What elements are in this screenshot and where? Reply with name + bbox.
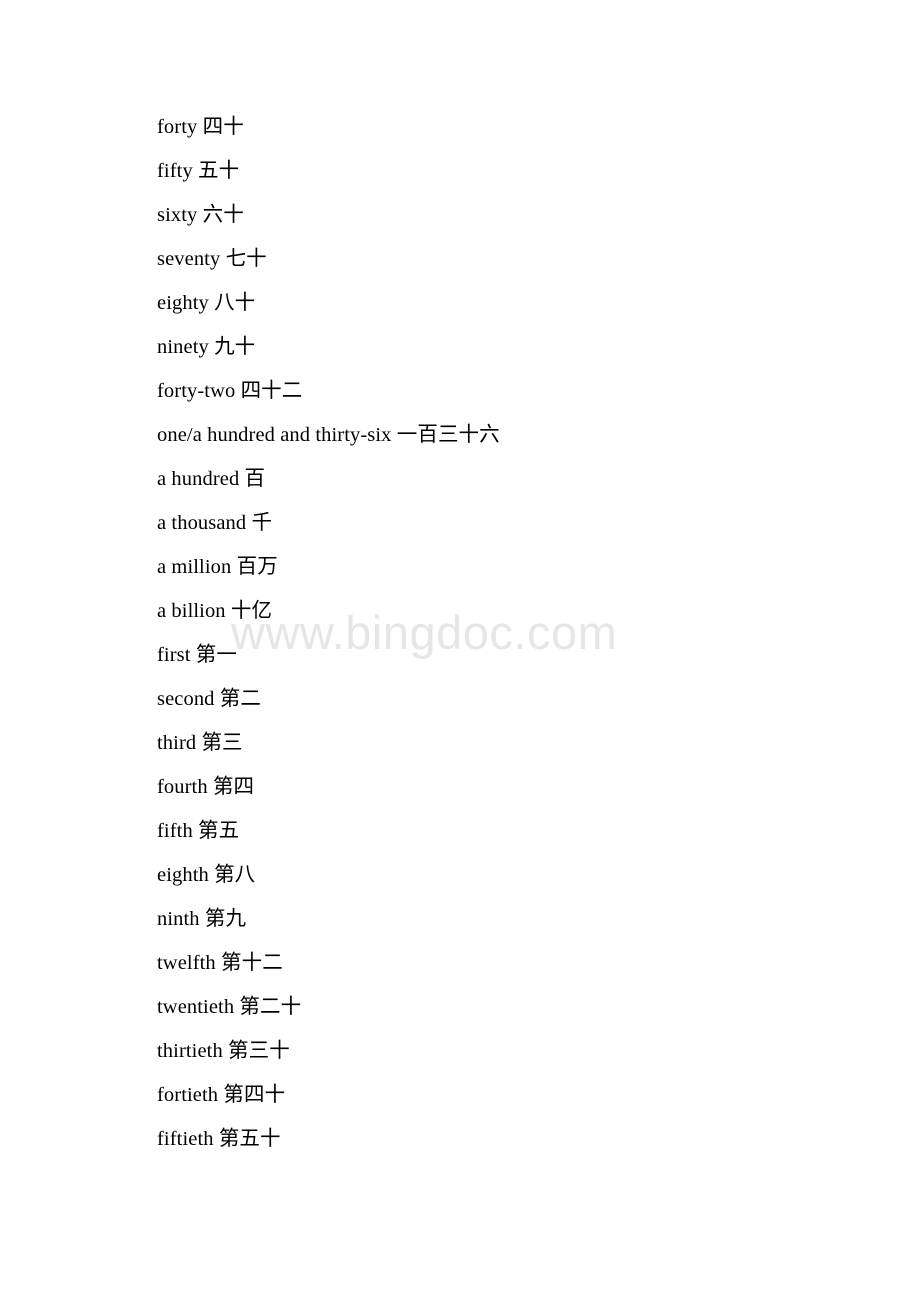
vocab-chinese-term: 第九: [204, 906, 247, 930]
vocab-chinese-term: 第一: [195, 642, 237, 666]
vocab-chinese-term: 百: [244, 466, 266, 490]
vocab-line: ninth 第九: [157, 896, 777, 940]
vocab-chinese-term: 第八: [214, 862, 256, 886]
vocab-english-term: a billion: [157, 600, 226, 622]
vocab-line: sixty 六十: [157, 192, 777, 236]
vocab-chinese-term: 第五: [198, 818, 240, 842]
vocab-line: a thousand 千: [157, 500, 777, 544]
vocab-line: fiftieth 第五十: [157, 1116, 777, 1160]
vocab-english-term: a thousand: [157, 512, 247, 534]
vocab-line: ninety 九十: [157, 324, 777, 368]
vocab-english-term: fiftieth: [157, 1128, 214, 1150]
vocab-english-term: thirtieth: [157, 1040, 223, 1062]
vocab-english-term: third: [157, 732, 197, 754]
vocab-line: third 第三: [157, 720, 777, 764]
vocab-line: a hundred 百: [157, 456, 777, 500]
vocab-chinese-term: 第二: [219, 686, 261, 710]
vocab-line: a million 百万: [157, 544, 777, 588]
vocab-chinese-term: 四十: [202, 114, 244, 138]
vocab-english-term: forty: [157, 116, 198, 138]
vocab-english-term: fifty: [157, 160, 193, 182]
vocab-english-term: ninety: [157, 336, 209, 358]
vocab-chinese-term: 第三十: [228, 1038, 290, 1062]
vocab-line: a billion 十亿: [157, 588, 777, 632]
vocab-chinese-term: 七十: [225, 246, 267, 270]
vocabulary-list: forty 四十 fifty 五十 sixty 六十 seventy 七十 eighty…: [157, 104, 777, 1160]
vocab-english-term: a million: [157, 556, 232, 578]
vocab-english-term: eighty: [157, 292, 209, 314]
vocab-english-term: seventy: [157, 248, 221, 270]
vocab-chinese-term: 第四十: [223, 1082, 286, 1106]
vocab-chinese-term: 十亿: [230, 598, 273, 622]
vocab-line: twentieth 第二十: [157, 984, 777, 1028]
vocab-english-term: forty-two: [157, 380, 236, 402]
vocab-line: fifty 五十: [157, 148, 777, 192]
vocab-english-term: fourth: [157, 776, 208, 798]
vocab-line: forty 四十: [157, 104, 777, 148]
vocab-english-term: fifth: [157, 820, 193, 842]
vocab-chinese-term: 四十二: [240, 378, 303, 402]
vocab-line: one/a hundred and thirty-six 一百三十六: [157, 412, 777, 456]
vocab-chinese-term: 第二十: [239, 994, 302, 1018]
vocab-chinese-term: 第四: [212, 774, 255, 798]
vocab-english-term: sixty: [157, 204, 198, 226]
vocab-english-term: first: [157, 644, 191, 666]
document-page: www.bingdoc.com forty 四十 fifty 五十 sixty 六十…: [0, 0, 920, 1302]
vocab-chinese-term: 一百三十六: [396, 422, 500, 446]
vocab-line: eighth 第八: [157, 852, 777, 896]
vocab-chinese-term: 千: [251, 510, 273, 534]
vocab-line: second 第二: [157, 676, 777, 720]
vocab-english-term: a hundred: [157, 468, 240, 490]
vocab-english-term: fortieth: [157, 1084, 219, 1106]
vocab-line: eighty 八十: [157, 280, 777, 324]
vocab-chinese-term: 第三: [201, 730, 243, 754]
vocab-english-term: one/a hundred and thirty-six: [157, 424, 392, 446]
vocab-chinese-term: 五十: [198, 158, 240, 182]
vocab-chinese-term: 第五十: [218, 1126, 281, 1150]
vocab-english-term: eighth: [157, 864, 209, 886]
vocab-line: fourth 第四: [157, 764, 777, 808]
vocab-chinese-term: 百万: [236, 554, 278, 578]
vocab-chinese-term: 六十: [202, 202, 244, 226]
vocab-english-term: twelfth: [157, 952, 216, 974]
vocab-chinese-term: 九十: [214, 334, 256, 358]
vocab-line: thirtieth 第三十: [157, 1028, 777, 1072]
vocab-line: fifth 第五: [157, 808, 777, 852]
vocab-line: first 第一: [157, 632, 777, 676]
vocab-english-term: ninth: [157, 908, 200, 930]
vocab-line: forty-two 四十二: [157, 368, 777, 412]
vocab-line: fortieth 第四十: [157, 1072, 777, 1116]
vocab-line: twelfth 第十二: [157, 940, 777, 984]
vocab-line: seventy 七十: [157, 236, 777, 280]
vocab-chinese-term: 第十二: [221, 950, 283, 974]
vocab-chinese-term: 八十: [214, 290, 256, 314]
vocab-english-term: twentieth: [157, 996, 235, 1018]
vocab-english-term: second: [157, 688, 215, 710]
